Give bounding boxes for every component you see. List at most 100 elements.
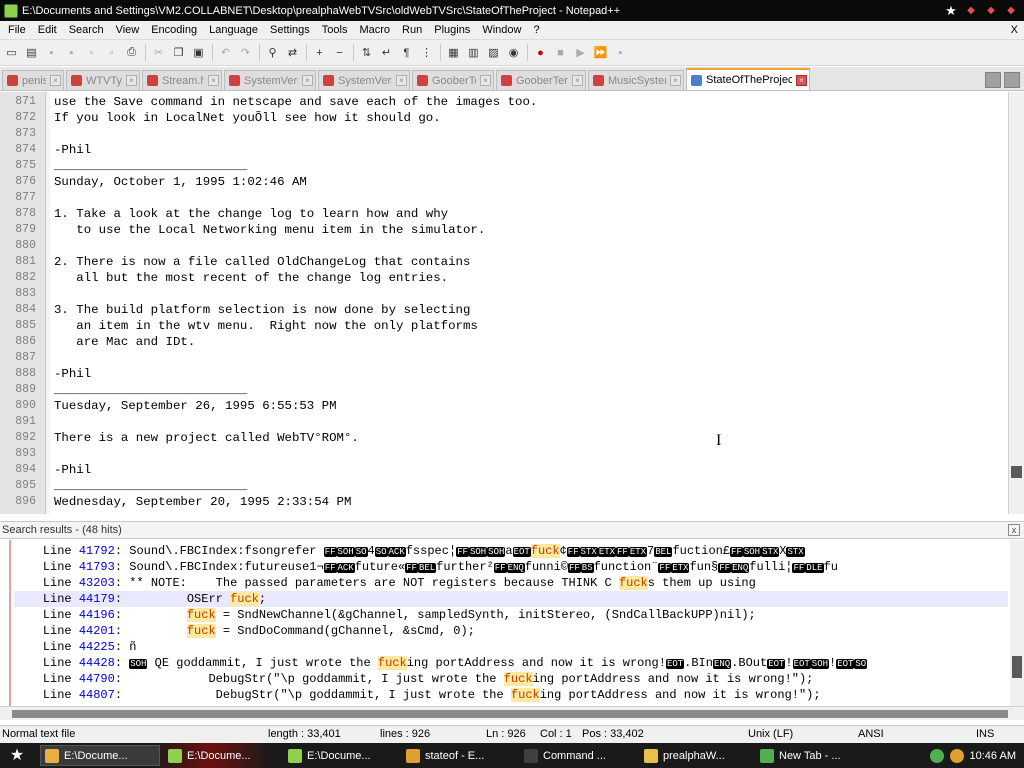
results-horizontal-scrollbar[interactable] bbox=[0, 706, 1024, 720]
taskbar-item[interactable]: New Tab - ... bbox=[756, 745, 862, 766]
menu-language[interactable]: Language bbox=[203, 24, 264, 36]
tab-scroll-right-button[interactable] bbox=[1004, 72, 1020, 88]
scrollbar-thumb[interactable] bbox=[1012, 656, 1022, 678]
tab-stateoftheproject[interactable]: StateOfTheProject × bbox=[686, 68, 810, 90]
editor-line[interactable]: 891 bbox=[0, 414, 1008, 430]
monitoring-icon[interactable]: ◉ bbox=[505, 44, 522, 61]
tab-wtvtypes-h[interactable]: WTVTypes.h × bbox=[66, 70, 140, 90]
editor-line[interactable]: 887 bbox=[0, 350, 1008, 366]
show-all-chars-icon[interactable]: ¶ bbox=[398, 44, 415, 61]
close-icon[interactable]: ▫ bbox=[83, 44, 100, 61]
editor-line[interactable]: 882 all but the most recent of the chang… bbox=[0, 270, 1008, 286]
menu-file[interactable]: File bbox=[2, 24, 32, 36]
close-button[interactable]: ◆ bbox=[1004, 5, 1018, 17]
record-macro-icon[interactable]: ● bbox=[532, 44, 549, 61]
search-result-row[interactable]: Line 44179: OSErr fuck; bbox=[14, 591, 1008, 607]
taskbar-item[interactable]: prealphaW... bbox=[640, 745, 754, 766]
editor-line[interactable]: 895 __________________________ bbox=[0, 478, 1008, 494]
editor-line[interactable]: 890 Tuesday, September 26, 1995 6:55:53 P… bbox=[0, 398, 1008, 414]
tab-close-icon[interactable]: × bbox=[208, 75, 219, 86]
stop-macro-icon[interactable]: ■ bbox=[552, 44, 569, 61]
menu-macro[interactable]: Macro bbox=[353, 24, 396, 36]
editor-line[interactable]: 885 an item in the wtv menu. Right now t… bbox=[0, 318, 1008, 334]
editor-line[interactable]: 884 3. The build platform selection is no… bbox=[0, 302, 1008, 318]
menu-search[interactable]: Search bbox=[63, 24, 110, 36]
tab-close-icon[interactable]: × bbox=[50, 75, 61, 86]
save-icon[interactable]: ▪ bbox=[43, 44, 60, 61]
close-all-icon[interactable]: ▫ bbox=[103, 44, 120, 61]
editor-line[interactable]: 874 -Phil bbox=[0, 142, 1008, 158]
copy-icon[interactable]: ❐ bbox=[170, 44, 187, 61]
editor-line[interactable]: 886 are Mac and IDt. bbox=[0, 334, 1008, 350]
close-document-button[interactable]: X bbox=[1011, 24, 1024, 36]
redo-icon[interactable]: ↷ bbox=[237, 44, 254, 61]
menu-edit[interactable]: Edit bbox=[32, 24, 63, 36]
indent-guide-icon[interactable]: ⋮ bbox=[418, 44, 435, 61]
sync-scroll-icon[interactable]: ⇅ bbox=[358, 44, 375, 61]
text-editor[interactable]: I 871 use the Save command in netscape an… bbox=[0, 92, 1024, 514]
editor-line[interactable]: 873 bbox=[0, 126, 1008, 142]
tab-close-icon[interactable]: × bbox=[572, 75, 583, 86]
zoom-out-icon[interactable]: − bbox=[331, 44, 348, 61]
taskbar-item[interactable]: E:\Docume... bbox=[40, 745, 160, 766]
menu-encoding[interactable]: Encoding bbox=[145, 24, 203, 36]
doc-map-icon[interactable]: ▦ bbox=[445, 44, 462, 61]
search-result-row[interactable]: Line 44790: DebugStr("\p goddammit, I ju… bbox=[14, 671, 1008, 687]
tab-close-icon[interactable]: × bbox=[796, 74, 807, 86]
tab-stream-h[interactable]: Stream.h × bbox=[142, 70, 222, 90]
folder-workspace-icon[interactable]: ▨ bbox=[485, 44, 502, 61]
taskbar-item[interactable]: E:\Docume... bbox=[164, 745, 280, 766]
new-file-icon[interactable]: ▭ bbox=[3, 44, 20, 61]
tab-gooberterm[interactable]: GooberTerm × bbox=[496, 70, 586, 90]
clock[interactable]: 10:46 AM bbox=[970, 750, 1016, 762]
search-result-row[interactable]: Line 44428: SOH QE goddammit, I just wro… bbox=[14, 655, 1008, 671]
word-wrap-icon[interactable]: ↵ bbox=[378, 44, 395, 61]
editor-line[interactable]: 879 to use the Local Networking menu ite… bbox=[0, 222, 1008, 238]
maximize-button[interactable]: ◆ bbox=[984, 5, 998, 17]
tab-close-icon[interactable]: × bbox=[480, 75, 491, 86]
editor-line[interactable]: 880 bbox=[0, 238, 1008, 254]
tab-close-icon[interactable]: × bbox=[126, 75, 137, 86]
network-tray-icon[interactable] bbox=[929, 748, 944, 763]
taskbar-item[interactable]: stateof - E... bbox=[402, 745, 516, 766]
tab-close-icon[interactable]: × bbox=[670, 75, 681, 86]
search-result-row[interactable]: Line 44225: ñ bbox=[14, 639, 1008, 655]
tab-penis[interactable]: penis × bbox=[2, 70, 64, 90]
zoom-in-icon[interactable]: + bbox=[311, 44, 328, 61]
tab-systemversion-c[interactable]: SystemVersion.c × bbox=[318, 70, 410, 90]
search-results-panel[interactable]: Line 41792: Sound\.FBCIndex:fsongrefer F… bbox=[0, 540, 1024, 706]
paste-icon[interactable]: ▣ bbox=[190, 44, 207, 61]
cut-icon[interactable]: ✂ bbox=[150, 44, 167, 61]
find-icon[interactable]: ⚲ bbox=[264, 44, 281, 61]
search-result-row[interactable]: Line 44196: fuck = SndNewChannel(&gChann… bbox=[14, 607, 1008, 623]
menu-tools[interactable]: Tools bbox=[316, 24, 354, 36]
open-file-icon[interactable]: ▤ bbox=[23, 44, 40, 61]
start-button[interactable]: ★ bbox=[6, 746, 28, 766]
results-vertical-scrollbar[interactable] bbox=[1010, 540, 1024, 706]
star-icon[interactable]: ★ bbox=[944, 4, 958, 17]
search-result-row[interactable]: Line 43203: ** NOTE: The passed paramete… bbox=[14, 575, 1008, 591]
run-macro-multiple-icon[interactable]: ⏩ bbox=[592, 44, 609, 61]
editor-line[interactable]: 876 Sunday, October 1, 1995 1:02:46 AM bbox=[0, 174, 1008, 190]
play-macro-icon[interactable]: ▶ bbox=[572, 44, 589, 61]
search-result-row[interactable]: Line 44201: fuck = SndDoCommand(gChannel… bbox=[14, 623, 1008, 639]
menu-run[interactable]: Run bbox=[396, 24, 428, 36]
print-icon[interactable]: ⎙ bbox=[123, 44, 140, 61]
editor-line[interactable]: 893 bbox=[0, 446, 1008, 462]
tab-close-icon[interactable]: × bbox=[396, 75, 407, 86]
tab-systemversion-h[interactable]: SystemVersion.h × bbox=[224, 70, 316, 90]
editor-line[interactable]: 877 bbox=[0, 190, 1008, 206]
menu-settings[interactable]: Settings bbox=[264, 24, 316, 36]
replace-icon[interactable]: ⇄ bbox=[284, 44, 301, 61]
menu-window[interactable]: Window bbox=[476, 24, 527, 36]
undo-icon[interactable]: ↶ bbox=[217, 44, 234, 61]
menu-view[interactable]: View bbox=[110, 24, 146, 36]
editor-line[interactable]: 894 -Phil bbox=[0, 462, 1008, 478]
search-tray-icon[interactable] bbox=[949, 748, 964, 763]
editor-line[interactable]: 871 use the Save command in netscape and … bbox=[0, 94, 1008, 110]
taskbar-item[interactable]: Command ... bbox=[520, 745, 634, 766]
scrollbar-thumb[interactable] bbox=[1011, 466, 1022, 478]
menu-help[interactable]: ? bbox=[527, 24, 545, 36]
editor-line[interactable]: 896 Wednesday, September 20, 1995 2:33:54… bbox=[0, 494, 1008, 510]
editor-line[interactable]: 881 2. There is now a file called OldChan… bbox=[0, 254, 1008, 270]
